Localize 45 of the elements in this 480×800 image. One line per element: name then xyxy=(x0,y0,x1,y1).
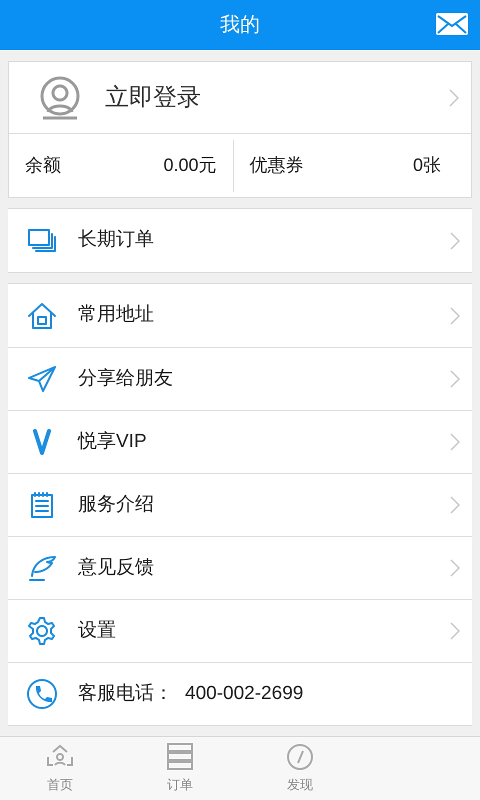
chevron-right-icon xyxy=(450,306,460,324)
compass-icon xyxy=(286,742,314,771)
phone-number: 400-002-2699 xyxy=(185,682,304,706)
paper-plane-icon xyxy=(27,365,57,393)
balance-value: 0.00元 xyxy=(163,154,216,177)
menu-label: 服务介绍 xyxy=(78,492,154,517)
v-letter-icon xyxy=(32,428,52,456)
chevron-right-icon xyxy=(450,496,460,514)
login-label: 立即登录 xyxy=(105,82,202,112)
mail-button[interactable] xyxy=(436,13,468,35)
stacked-bars-icon xyxy=(167,742,193,771)
menu-item[interactable]: 常用地址 xyxy=(8,284,472,347)
menu-item[interactable]: 服务介绍 xyxy=(8,473,472,536)
menu-item[interactable]: 悦享VIP xyxy=(8,410,472,473)
balance-label: 余额 xyxy=(25,154,61,177)
menu-label: 常用地址 xyxy=(78,303,154,328)
menu-item[interactable]: 长期订单 xyxy=(8,209,472,272)
menu-label: 意见反馈 xyxy=(78,556,154,580)
avatar-icon xyxy=(38,76,82,120)
menu-label: 悦享VIP xyxy=(78,430,147,454)
page-title: 我的 xyxy=(220,13,260,38)
chevron-right-icon xyxy=(450,559,460,577)
hotline-row[interactable]: 客服电话： 400-002-2699 xyxy=(8,662,472,725)
stacked-windows-icon xyxy=(27,228,57,254)
coupon-label: 优惠券 xyxy=(250,154,304,177)
chevron-right-icon xyxy=(450,433,460,451)
envelope-icon xyxy=(436,13,468,35)
chevron-right-icon xyxy=(450,232,460,250)
chevron-right-icon xyxy=(450,370,460,388)
chevron-right-icon xyxy=(449,88,459,106)
menu-item[interactable]: 意见反馈 xyxy=(8,536,472,599)
chevron-right-icon xyxy=(450,622,460,640)
house-icon xyxy=(27,302,57,330)
menu-label: 设置 xyxy=(78,618,116,643)
menu-label: 分享给朋友 xyxy=(78,366,173,391)
login-row[interactable]: 立即登录 xyxy=(9,62,471,134)
notepad-icon xyxy=(29,491,55,519)
phone-icon xyxy=(26,678,58,710)
menu-item[interactable]: 分享给朋友 xyxy=(8,347,472,410)
feather-pen-icon xyxy=(27,554,57,582)
menu-label: 长期订单 xyxy=(78,228,154,252)
coupon-value: 0张 xyxy=(412,154,441,177)
gear-icon xyxy=(27,616,57,646)
menu-label: 客服电话： xyxy=(78,682,173,706)
menu-item[interactable]: 设置 xyxy=(8,599,472,662)
